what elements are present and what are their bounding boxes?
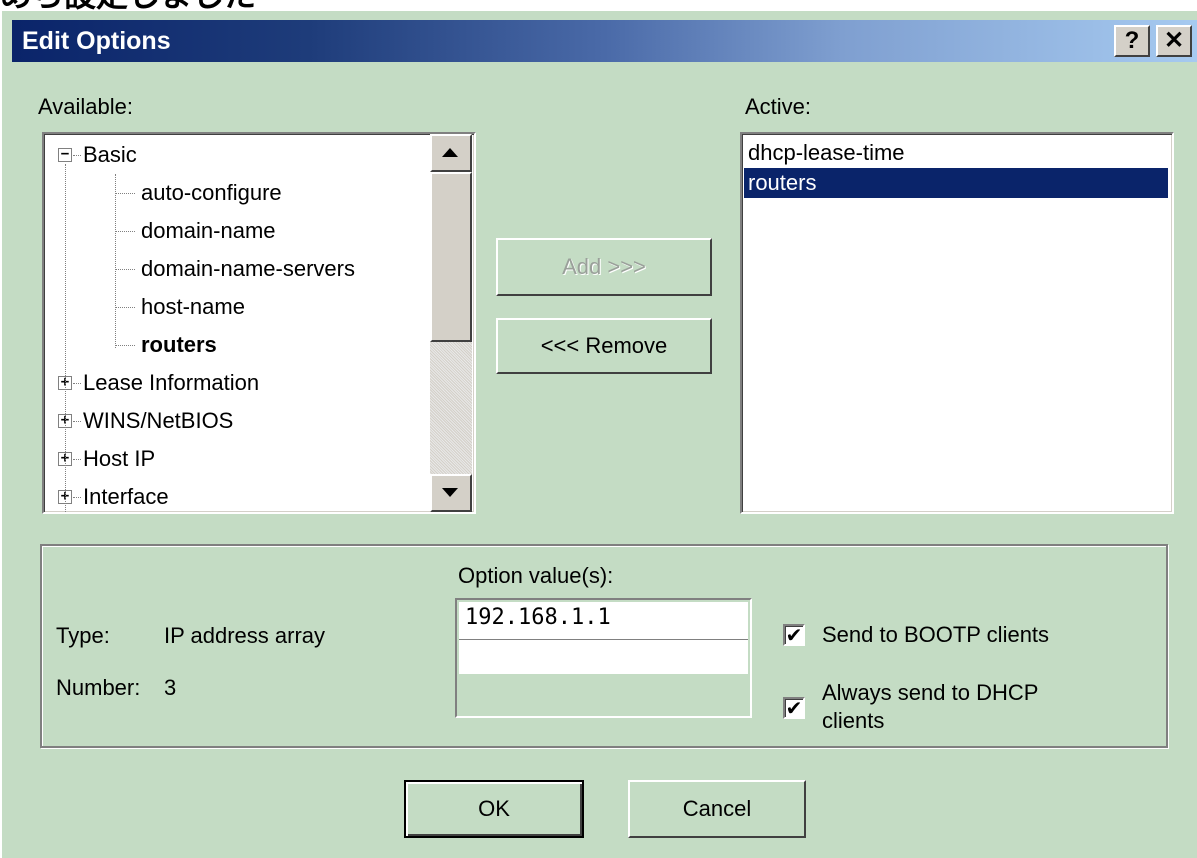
tree-connector (73, 421, 81, 422)
tree-connector (65, 164, 66, 512)
option-values-label: Option value(s): (458, 563, 614, 588)
tree-connector (115, 345, 135, 346)
arrow-down-icon (442, 488, 458, 497)
tree-connector (115, 307, 135, 308)
active-list[interactable]: dhcp-lease-time routers (740, 132, 1174, 514)
type-label: Type: (56, 623, 110, 648)
tree-item[interactable]: Basic (83, 136, 137, 174)
help-button[interactable]: ? (1114, 25, 1150, 57)
type-value: IP address array (164, 623, 326, 648)
tree-item[interactable]: WINS/NetBIOS (83, 402, 233, 440)
tree-connector (73, 497, 81, 498)
checkmark-icon: ✔ (785, 696, 803, 720)
tree-scrollbar[interactable] (430, 134, 472, 512)
add-button[interactable]: Add >>> (496, 238, 712, 296)
remove-button[interactable]: <<< Remove (496, 318, 712, 374)
tree-item[interactable]: domain-name (141, 212, 276, 250)
scroll-up-button[interactable] (430, 134, 472, 172)
close-button[interactable]: ✕ (1156, 25, 1192, 57)
dialog-title: Edit Options (22, 27, 171, 55)
option-value-input-2[interactable] (459, 640, 748, 674)
checkmark-icon: ✔ (785, 623, 803, 647)
scroll-down-button[interactable] (430, 474, 472, 512)
tree-item[interactable]: domain-name-servers (141, 250, 355, 288)
tree-connector (73, 383, 81, 384)
available-label: Available: (38, 94, 133, 119)
tree-item[interactable]: routers (141, 326, 217, 364)
active-label: Active: (745, 94, 812, 119)
tree-item[interactable]: Host IP (83, 440, 155, 478)
tree-item[interactable]: Interface (83, 478, 169, 512)
tree-item[interactable]: Lease Information (83, 364, 259, 402)
send-bootp-checkbox[interactable]: ✔ (783, 624, 805, 646)
tree-connector (115, 231, 135, 232)
arrow-up-icon (442, 148, 458, 157)
scroll-thumb[interactable] (430, 172, 472, 342)
tree-connector (115, 269, 135, 270)
tree-connector (73, 459, 81, 460)
ok-button[interactable]: OK (404, 780, 584, 838)
tree-item[interactable]: host-name (141, 288, 245, 326)
always-send-label-line1: Always send to DHCP (822, 680, 1039, 705)
option-values-grid[interactable]: 192.168.1.1 (455, 598, 752, 718)
always-send-checkbox[interactable]: ✔ (783, 697, 805, 719)
number-value: 3 (164, 675, 177, 700)
option-value-input-1[interactable]: 192.168.1.1 (459, 602, 748, 640)
always-send-label-line2: clients (822, 708, 885, 733)
send-bootp-label: Send to BOOTP clients (822, 622, 1050, 647)
title-bar[interactable]: Edit Options ? ✕ (12, 20, 1197, 62)
tree-item[interactable]: auto-configure (141, 174, 282, 212)
number-label: Number: (56, 675, 141, 700)
active-list-item[interactable]: dhcp-lease-time (744, 138, 1168, 168)
cancel-button[interactable]: Cancel (628, 780, 806, 838)
available-tree[interactable]: − Basic auto-configure domain-name domain-na… (42, 132, 476, 514)
tree-expander-icon[interactable]: − (58, 147, 72, 162)
tree-connector (73, 155, 81, 156)
tree-connector (115, 193, 135, 194)
active-list-item[interactable]: routers (744, 168, 1168, 198)
tree-connector (115, 174, 116, 348)
